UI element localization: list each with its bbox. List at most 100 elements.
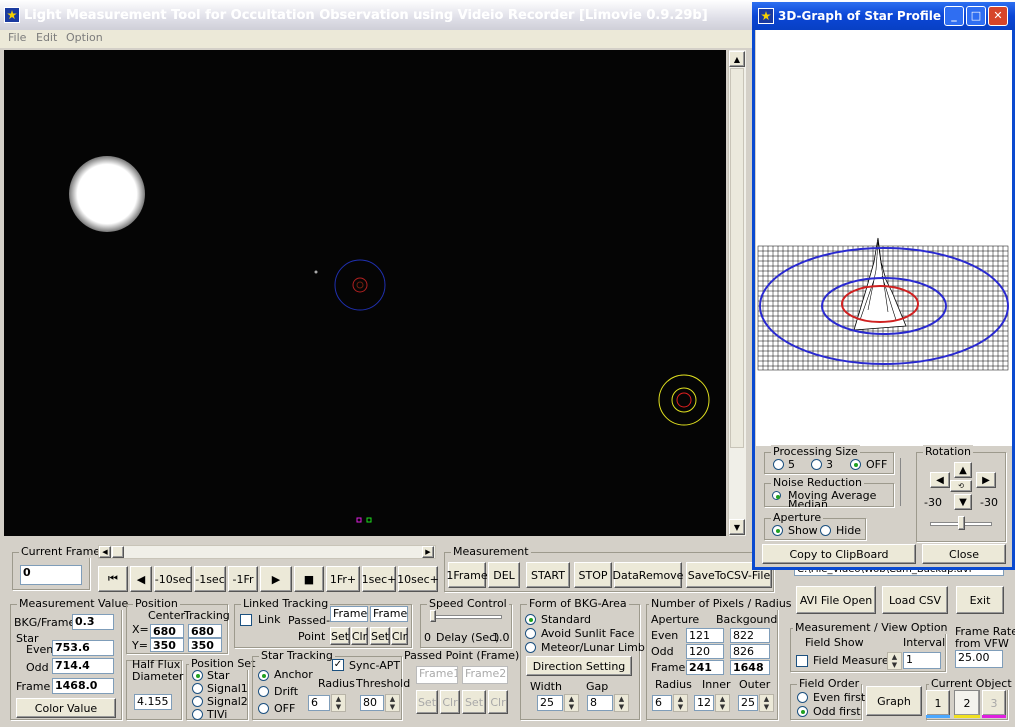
rotate-reset-icon[interactable]: ⟲ <box>950 480 972 492</box>
interval-spinner[interactable]: ▲ ▼ <box>887 652 902 670</box>
one-frame-button[interactable]: 1Frame <box>446 562 488 588</box>
close-icon[interactable]: ✕ <box>988 6 1008 26</box>
pp-frame2-field[interactable]: Frame2 <box>462 666 508 684</box>
speed-slider-thumb[interactable] <box>430 610 436 622</box>
del-button[interactable]: DEL <box>488 562 520 588</box>
radio-drift[interactable] <box>258 686 269 697</box>
menu-file[interactable]: File <box>8 31 26 44</box>
load-csv-button[interactable]: Load CSV <box>882 586 948 614</box>
radio-standard[interactable] <box>525 614 536 625</box>
radio-aperture-hide[interactable] <box>820 525 831 536</box>
sync-apt-checkbox[interactable]: ✓ <box>332 659 344 671</box>
avi-open-button[interactable]: AVI File Open <box>796 586 876 614</box>
minus1fr-button[interactable]: -1Fr <box>228 566 258 592</box>
radio-moving-average[interactable] <box>772 491 781 500</box>
radio-ps-5[interactable] <box>773 459 784 470</box>
data-remove-button[interactable]: DataRemove <box>613 562 683 588</box>
pp-set1-button[interactable]: Set <box>416 690 438 714</box>
video-view[interactable] <box>4 50 726 536</box>
current-frame-input[interactable]: 0 <box>20 565 82 585</box>
np-radius-spinner[interactable]: ▲ ▼ <box>673 694 688 712</box>
direction-setting-button[interactable]: Direction Setting <box>526 656 632 676</box>
slider-left-icon[interactable]: ◀ <box>99 546 111 558</box>
stop-playback-button[interactable]: ■ <box>294 566 324 592</box>
scroll-down-icon[interactable]: ▼ <box>729 519 745 535</box>
object-3-button[interactable]: 3 <box>982 690 1006 716</box>
threshold-spinner[interactable]: ▲ ▼ <box>385 694 400 712</box>
plus1sec-button[interactable]: 1sec+ <box>362 566 396 592</box>
np-radius-input[interactable]: 6 <box>652 695 672 711</box>
radio-off[interactable] <box>258 703 269 714</box>
video-scroll-track[interactable] <box>730 68 744 448</box>
play-button[interactable]: ▶ <box>260 566 292 592</box>
rotate-down-icon[interactable]: ▼ <box>954 494 972 510</box>
radio-signal1[interactable] <box>192 683 203 694</box>
minus1sec-button[interactable]: -1sec <box>194 566 226 592</box>
copy-clipboard-button[interactable]: Copy to ClipBoard <box>762 544 916 564</box>
radio-even-first[interactable] <box>797 692 808 703</box>
linked-set1-button[interactable]: Set <box>330 627 350 645</box>
np-inner-input[interactable]: 12 <box>694 695 714 711</box>
np-outer-input[interactable]: 25 <box>738 695 758 711</box>
plus10sec-button[interactable]: 10sec+ <box>397 566 439 592</box>
threshold-input[interactable]: 80 <box>360 695 384 711</box>
interval-input[interactable]: 1 <box>903 652 941 669</box>
close-graph-button[interactable]: Close <box>922 544 1006 564</box>
object-2-button[interactable]: 2 <box>954 690 980 716</box>
linked-clr2-button[interactable]: Clr <box>391 627 408 645</box>
object-3-color <box>982 715 1006 718</box>
radio-ps-off[interactable] <box>850 459 861 470</box>
frame-slider[interactable] <box>98 545 436 559</box>
plus1fr-button[interactable]: 1Fr+ <box>326 566 360 592</box>
rotate-right-icon[interactable]: ▶ <box>976 472 996 488</box>
exit-button[interactable]: Exit <box>956 586 1004 614</box>
minimize-icon[interactable]: _ <box>944 6 964 26</box>
pp-clr2-button[interactable]: Clr <box>488 690 508 714</box>
linked-set2-button[interactable]: Set <box>370 627 390 645</box>
zoom-slider-thumb[interactable] <box>958 516 965 530</box>
radio-avoid-sunlit[interactable] <box>525 628 536 639</box>
radio-anchor[interactable] <box>258 670 269 681</box>
start-button[interactable]: START <box>526 562 570 588</box>
maximize-icon[interactable]: □ <box>966 6 986 26</box>
menu-option[interactable]: Option <box>66 31 103 44</box>
vertical-scale-slider[interactable] <box>900 458 910 506</box>
radio-meteor[interactable] <box>525 642 536 653</box>
field-measure-checkbox[interactable] <box>796 655 808 667</box>
object-1-button[interactable]: 1 <box>926 690 950 716</box>
radio-ps-3[interactable] <box>811 459 822 470</box>
color-value-button[interactable]: Color Value <box>16 698 116 718</box>
width-input[interactable]: 25 <box>537 695 563 711</box>
radio-odd-first[interactable] <box>797 706 808 717</box>
radio-signal2[interactable] <box>192 696 203 707</box>
width-spinner[interactable]: ▲ ▼ <box>564 694 579 712</box>
pp-clr1-button[interactable]: Clr <box>440 690 460 714</box>
pp-set2-button[interactable]: Set <box>462 690 486 714</box>
radius-input[interactable]: 6 <box>308 695 330 711</box>
radius-spinner[interactable]: ▲ ▼ <box>331 694 346 712</box>
np-inner-spinner[interactable]: ▲ ▼ <box>715 694 730 712</box>
rotate-up-icon[interactable]: ▲ <box>954 462 972 478</box>
linked-frame2-field[interactable]: Frame2 <box>370 606 408 622</box>
gap-input[interactable]: 8 <box>587 695 613 711</box>
radio-tivi[interactable] <box>192 709 203 720</box>
step-back-button[interactable]: ◀ <box>130 566 152 592</box>
slider-thumb[interactable] <box>112 546 124 558</box>
minus10sec-button[interactable]: -10sec <box>154 566 192 592</box>
radio-star[interactable] <box>192 670 203 681</box>
rewind-start-button[interactable]: ⏮ <box>98 566 128 592</box>
gap-spinner[interactable]: ▲ ▼ <box>614 694 629 712</box>
stop-button[interactable]: STOP <box>574 562 612 588</box>
scroll-up-icon[interactable]: ▲ <box>729 51 745 67</box>
linked-clr1-button[interactable]: Clr <box>351 627 368 645</box>
menu-edit[interactable]: Edit <box>36 31 57 44</box>
pp-frame1-field[interactable]: Frame1 <box>416 666 458 684</box>
linked-frame1-field[interactable]: Frame1 <box>330 606 368 622</box>
link-checkbox[interactable] <box>240 614 252 626</box>
speed-slider[interactable] <box>430 615 502 619</box>
np-outer-spinner[interactable]: ▲ ▼ <box>759 694 774 712</box>
slider-right-icon[interactable]: ▶ <box>422 546 434 558</box>
radio-aperture-show[interactable] <box>772 525 783 536</box>
rotate-left-icon[interactable]: ◀ <box>930 472 950 488</box>
graph-button[interactable]: Graph <box>866 686 922 716</box>
